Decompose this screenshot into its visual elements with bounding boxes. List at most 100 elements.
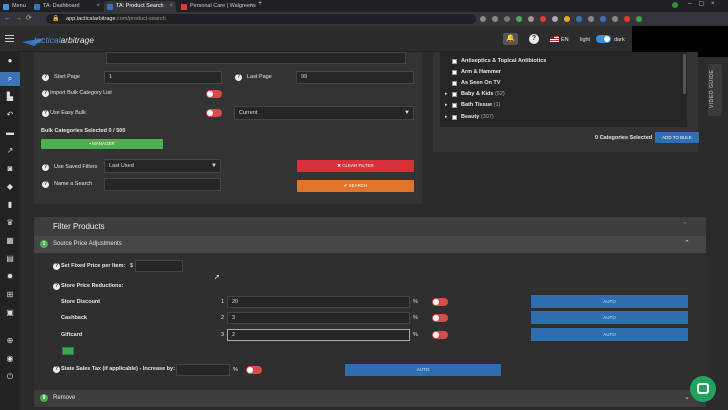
sidebar-profile-icon[interactable]: ▣	[5, 308, 15, 318]
extension-icon[interactable]	[516, 16, 522, 22]
close-tab-icon[interactable]: ×	[96, 1, 100, 12]
close-tab-icon[interactable]: ×	[169, 1, 173, 12]
name-search-input[interactable]	[104, 178, 221, 191]
help-icon[interactable]: ?	[42, 74, 49, 81]
help-icon[interactable]: ?	[235, 74, 242, 81]
sidebar-calendar-icon[interactable]: ▦	[5, 236, 15, 246]
sidebar-lifebuoy-icon[interactable]: ⊕	[5, 336, 15, 346]
saved-filters-select[interactable]: Last Used ▼	[104, 159, 221, 173]
partial-input[interactable]	[106, 52, 406, 64]
sidebar-search-icon[interactable]: ⌕	[0, 72, 20, 86]
us-flag-icon[interactable]	[550, 36, 559, 42]
store-discount-toggle[interactable]	[432, 298, 448, 306]
close-tab-icon[interactable]: ×	[249, 1, 253, 12]
help-icon[interactable]: ?	[529, 34, 539, 44]
cashback-auto-button[interactable]: AUTO	[531, 311, 688, 324]
start-page-input[interactable]: 1	[104, 71, 222, 84]
extension-icon[interactable]	[528, 16, 534, 22]
easy-bulk-select[interactable]: Current ▼	[234, 106, 414, 120]
category-checkbox[interactable]	[452, 70, 457, 75]
language-selector[interactable]: EN	[561, 37, 569, 43]
chat-support-button[interactable]	[690, 376, 716, 402]
address-bar[interactable]: 🔒 app.tacticalarbitrage.com/product-sear…	[46, 14, 476, 24]
manager-button[interactable]: ▪ MANAGER	[41, 139, 163, 149]
giftcard-auto-button[interactable]: AUTO	[531, 328, 688, 341]
help-icon[interactable]: ?	[42, 90, 49, 97]
extension-icon[interactable]	[552, 16, 558, 22]
sidebar-eye-icon[interactable]: ◉	[5, 354, 15, 364]
browser-tab-menu[interactable]: Menu	[0, 1, 30, 12]
help-icon[interactable]: ?	[42, 181, 49, 188]
extension-icon[interactable]	[540, 16, 546, 22]
sidebar-home-icon[interactable]: ●	[5, 56, 15, 66]
category-checkbox[interactable]	[452, 59, 457, 64]
sidebar-cart-icon[interactable]: ⊞	[5, 290, 15, 300]
extension-icon[interactable]	[480, 16, 486, 22]
expand-arrow-icon[interactable]: ▸	[445, 114, 448, 120]
video-guide-tab[interactable]: VIDEO GUIDE	[708, 64, 722, 116]
browser-tab-product-search[interactable]: TA: Product Search ×	[104, 1, 176, 12]
extension-icon[interactable]	[576, 16, 582, 22]
store-discount-auto-button[interactable]: AUTO	[531, 295, 688, 308]
chevron-down-icon[interactable]: ⌄	[684, 393, 690, 401]
collapse-double-icon[interactable]: ⌃	[682, 221, 688, 229]
fixed-price-input[interactable]	[135, 260, 183, 272]
sidebar-trophy-icon[interactable]: ♛	[5, 218, 15, 228]
store-discount-input[interactable]: 20	[227, 296, 410, 308]
extension-icon[interactable]	[612, 16, 618, 22]
clear-filter-button[interactable]: ✖ CLEAR FILTER	[297, 160, 414, 172]
use-easy-bulk-toggle[interactable]	[206, 109, 222, 117]
category-checkbox[interactable]	[452, 81, 457, 86]
browser-tab-dashboard[interactable]: TA: Dashboard ×	[31, 1, 103, 12]
last-page-input[interactable]: 99	[296, 71, 414, 84]
extension-icon[interactable]	[588, 16, 594, 22]
theme-toggle[interactable]	[596, 35, 611, 43]
source-price-header[interactable]: 1 Source Price Adjustments ⌃	[34, 236, 706, 253]
cashback-toggle[interactable]	[432, 314, 448, 322]
category-checkbox[interactable]	[452, 103, 457, 108]
sidebar-graph-icon[interactable]: ↗	[5, 146, 15, 156]
expand-arrow-icon[interactable]: ▸	[445, 102, 448, 108]
browser-tab-walgreens[interactable]: Personal Care | Walgreens ×	[178, 1, 256, 12]
expand-arrow-icon[interactable]: ▸	[445, 91, 448, 97]
filter-products-header[interactable]: Filter Products ⌃	[34, 217, 706, 236]
sidebar-reverse-icon[interactable]: ↶	[5, 110, 15, 120]
help-icon[interactable]: ?	[53, 263, 60, 270]
sidebar-logout-icon[interactable]: ⏻	[5, 372, 15, 382]
category-checkbox[interactable]	[452, 115, 457, 120]
import-bulk-toggle[interactable]	[206, 90, 222, 98]
sidebar-binoculars-icon[interactable]: ◙	[5, 164, 15, 174]
nav-buttons[interactable]: ←→⟳	[4, 14, 36, 22]
sales-tax-toggle[interactable]	[246, 366, 262, 374]
sidebar-settings-icon[interactable]: ✹	[5, 272, 15, 282]
add-to-bulk-button[interactable]: ADD TO BULK	[655, 132, 699, 143]
sidebar-book-icon[interactable]: ▮	[5, 200, 15, 210]
menu-icon[interactable]	[5, 35, 14, 42]
notification-bell-icon[interactable]: 🔔	[503, 33, 518, 45]
sidebar-list-icon[interactable]: ▬	[5, 128, 15, 138]
new-tab-icon[interactable]: +	[258, 0, 262, 7]
sidebar-table-icon[interactable]: ▤	[5, 254, 15, 264]
cashback-input[interactable]: 3	[227, 312, 410, 324]
extension-icon[interactable]	[504, 16, 510, 22]
extension-icon[interactable]	[624, 16, 630, 22]
extension-icon[interactable]	[636, 16, 642, 22]
extension-icon[interactable]	[600, 16, 606, 22]
giftcard-toggle[interactable]	[432, 331, 448, 339]
search-button[interactable]: ✔ SEARCH	[297, 180, 414, 192]
category-checkbox[interactable]	[452, 92, 457, 97]
logo[interactable]: tacticalarbitrage	[34, 35, 94, 45]
window-controls[interactable]: –▢×	[688, 0, 722, 7]
chevron-up-icon[interactable]: ⌃	[684, 239, 690, 247]
sidebar-tag-icon[interactable]: ◆	[5, 182, 15, 192]
help-icon[interactable]: ?	[53, 283, 60, 290]
sidebar-chart-icon[interactable]: ▙	[5, 92, 15, 102]
profile-icon[interactable]	[672, 2, 678, 8]
help-icon[interactable]: ?	[53, 366, 60, 373]
giftcard-input[interactable]: 2	[227, 329, 410, 341]
scrollbar[interactable]	[683, 54, 686, 94]
extension-icon[interactable]	[492, 16, 498, 22]
sales-tax-auto-button[interactable]: AUTO	[345, 364, 501, 376]
sales-tax-input[interactable]	[176, 364, 230, 376]
extension-icon[interactable]	[564, 16, 570, 22]
